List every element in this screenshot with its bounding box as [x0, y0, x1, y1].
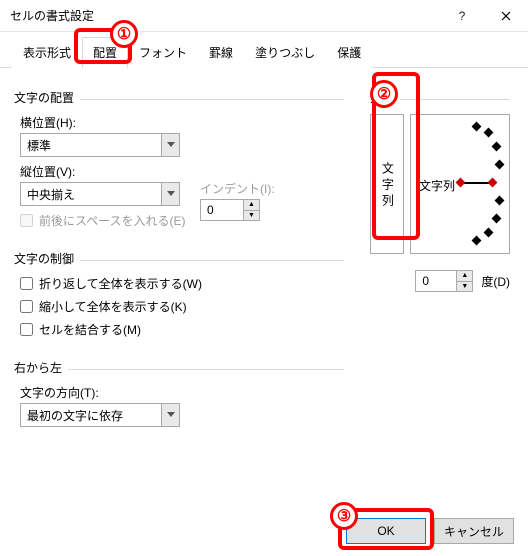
alignment-section-label: 文字の配置 — [14, 91, 80, 105]
tab-bar: 表示形式 配置 フォント 罫線 塗りつぶし 保護 — [0, 32, 528, 68]
vertical-label: 縦位置(V): — [20, 163, 344, 180]
tab-font[interactable]: フォント — [128, 37, 198, 68]
spinner-down-icon[interactable]: ▼ — [244, 211, 259, 221]
vertical-text-label: 文字列 — [379, 162, 396, 210]
help-button[interactable]: ? — [440, 0, 484, 32]
group-orientation: 方向 文字列 文字列 0 — [370, 82, 510, 292]
group-alignment: 文字の配置 横位置(H): 標準 縦位置(V): 中央揃え 前後にスペースを入れ… — [14, 82, 344, 239]
group-rtl: 右から左 文字の方向(T): 最初の文字に依存 — [14, 352, 344, 431]
vertical-combo[interactable]: 中央揃え — [20, 182, 180, 206]
tab-border[interactable]: 罫線 — [198, 37, 244, 68]
titlebar: セルの書式設定 ? — [0, 0, 528, 32]
indent-label: インデント(I): — [200, 180, 275, 197]
tab-format[interactable]: 表示形式 — [12, 37, 82, 68]
dialog-footer: OK キャンセル — [346, 518, 514, 544]
dial-point-icon — [488, 178, 498, 188]
wrap-checkbox[interactable]: 折り返して全体を表示する(W) — [20, 275, 344, 292]
space-checkbox-input — [20, 214, 33, 227]
dial-label: 文字列 — [419, 177, 455, 194]
shrink-checkbox-input[interactable] — [20, 300, 33, 313]
horizontal-value: 標準 — [27, 137, 51, 154]
tab-protection[interactable]: 保護 — [326, 37, 372, 68]
space-checkbox: 前後にスペースを入れる(E) — [20, 212, 344, 229]
horizontal-combo[interactable]: 標準 — [20, 133, 180, 157]
chevron-down-icon — [161, 404, 179, 426]
vertical-text-button[interactable]: 文字列 — [370, 114, 404, 254]
dial-point-icon — [492, 214, 502, 224]
chevron-down-icon — [161, 134, 179, 156]
indent-area: インデント(I): 0 ▲ ▼ — [200, 180, 275, 221]
orientation-dial[interactable]: 文字列 — [410, 114, 510, 254]
close-button[interactable] — [484, 0, 528, 32]
dial-point-icon — [472, 236, 482, 246]
dial-point-icon — [456, 178, 466, 188]
vertical-value: 中央揃え — [27, 186, 75, 203]
wrap-checkbox-input[interactable] — [20, 277, 33, 290]
direction-label: 文字の方向(T): — [20, 384, 344, 401]
indent-value: 0 — [201, 200, 243, 220]
shrink-checkbox[interactable]: 縮小して全体を表示する(K) — [20, 298, 344, 315]
degree-value: 0 — [416, 271, 456, 291]
rtl-section-label: 右から左 — [14, 361, 68, 375]
dial-point-icon — [495, 196, 505, 206]
degree-label: 度(D) — [481, 273, 510, 290]
merge-checkbox-input[interactable] — [20, 323, 33, 336]
close-icon — [501, 11, 511, 21]
window-title: セルの書式設定 — [10, 7, 440, 24]
tab-alignment[interactable]: 配置 — [82, 37, 128, 68]
dial-point-icon — [484, 128, 494, 138]
horizontal-label: 横位置(H): — [20, 114, 344, 131]
chevron-down-icon — [161, 183, 179, 205]
spinner-up-icon[interactable]: ▲ — [457, 271, 472, 282]
group-text-control: 文字の制御 折り返して全体を表示する(W) 縮小して全体を表示する(K) セルを… — [14, 243, 344, 348]
degree-spinner[interactable]: 0 ▲ ▼ — [415, 270, 473, 292]
tab-fill[interactable]: 塗りつぶし — [244, 37, 326, 68]
dial-point-icon — [472, 122, 482, 132]
spinner-up-icon[interactable]: ▲ — [244, 200, 259, 211]
spinner-down-icon[interactable]: ▼ — [457, 282, 472, 292]
indent-spinner[interactable]: 0 ▲ ▼ — [200, 199, 260, 221]
dial-point-icon — [492, 142, 502, 152]
dial-point-icon — [484, 228, 494, 238]
dial-point-icon — [495, 160, 505, 170]
merge-checkbox[interactable]: セルを結合する(M) — [20, 321, 344, 338]
control-section-label: 文字の制御 — [14, 252, 80, 266]
orientation-section-label: 方向 — [370, 91, 400, 105]
dialog-body: 文字の配置 横位置(H): 標準 縦位置(V): 中央揃え 前後にスペースを入れ… — [0, 68, 528, 556]
direction-combo[interactable]: 最初の文字に依存 — [20, 403, 180, 427]
cancel-button[interactable]: キャンセル — [434, 518, 514, 544]
direction-value: 最初の文字に依存 — [27, 407, 123, 424]
ok-button[interactable]: OK — [346, 518, 426, 544]
